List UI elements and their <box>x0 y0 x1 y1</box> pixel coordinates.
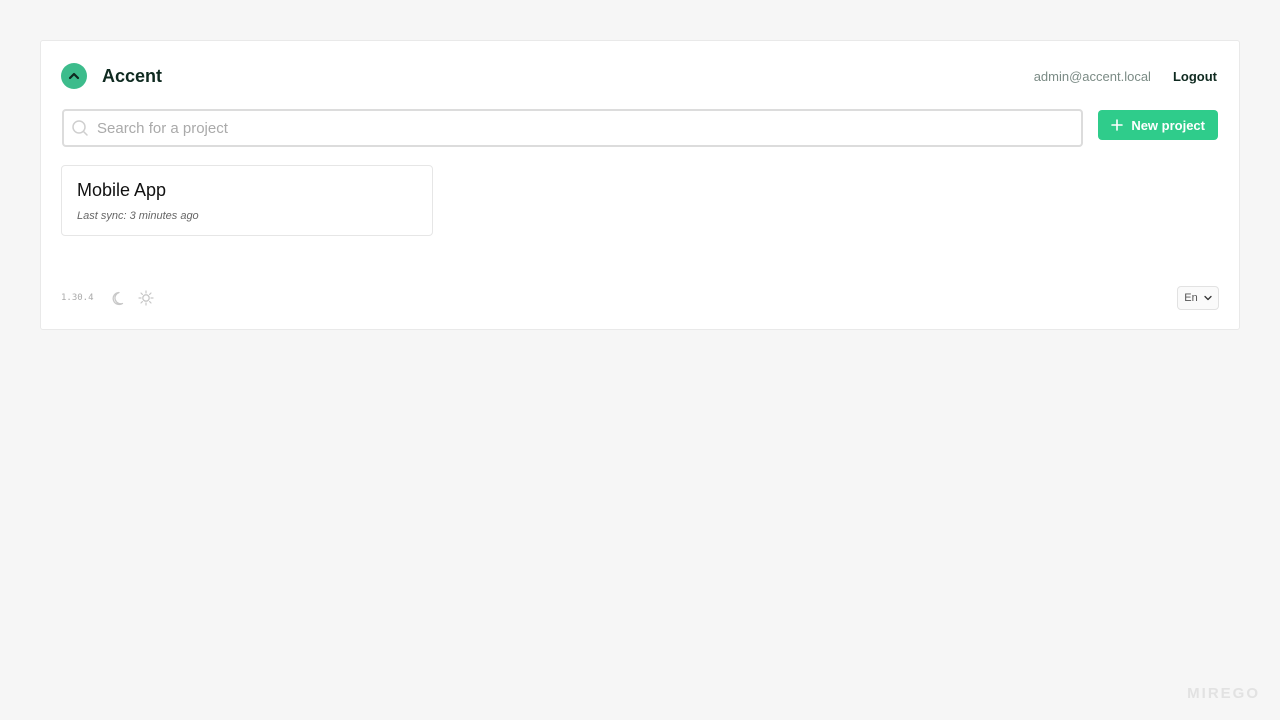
version-label: 1.30.4 <box>61 293 94 303</box>
footer-left: 1.30.4 <box>61 290 164 306</box>
brand-link[interactable]: Accent <box>61 63 162 89</box>
chevron-up-icon <box>61 63 87 89</box>
search-icon <box>71 119 89 137</box>
logout-link[interactable]: Logout <box>1173 69 1217 84</box>
project-name: Mobile App <box>77 180 167 200</box>
app-title: Accent <box>102 65 163 86</box>
language-select[interactable]: En <box>1177 286 1219 310</box>
moon-icon[interactable] <box>112 290 128 306</box>
chevron-down-icon <box>1204 295 1212 301</box>
search-input[interactable] <box>97 119 1082 137</box>
header: Accent admin@accent.local Logout <box>61 63 1217 89</box>
sun-icon[interactable] <box>137 290 154 306</box>
search-box <box>62 109 1084 147</box>
project-card[interactable]: Mobile App Last sync: 3 minutes ago <box>61 165 433 236</box>
footer: 1.30.4 En <box>61 286 1219 310</box>
toolbar: New project <box>62 109 1218 147</box>
main-card: Accent admin@accent.local Logout New pro… <box>40 40 1240 330</box>
new-project-label: New project <box>1131 117 1205 133</box>
mirego-watermark: MIREGO <box>1187 685 1260 702</box>
project-last-sync: Last sync: 3 minutes ago <box>77 210 199 222</box>
language-label: En <box>1184 292 1198 304</box>
user-email: admin@accent.local <box>1033 68 1151 84</box>
header-right: admin@accent.local Logout <box>1034 69 1217 84</box>
plus-icon <box>1111 119 1124 131</box>
new-project-button[interactable]: New project <box>1098 110 1218 140</box>
